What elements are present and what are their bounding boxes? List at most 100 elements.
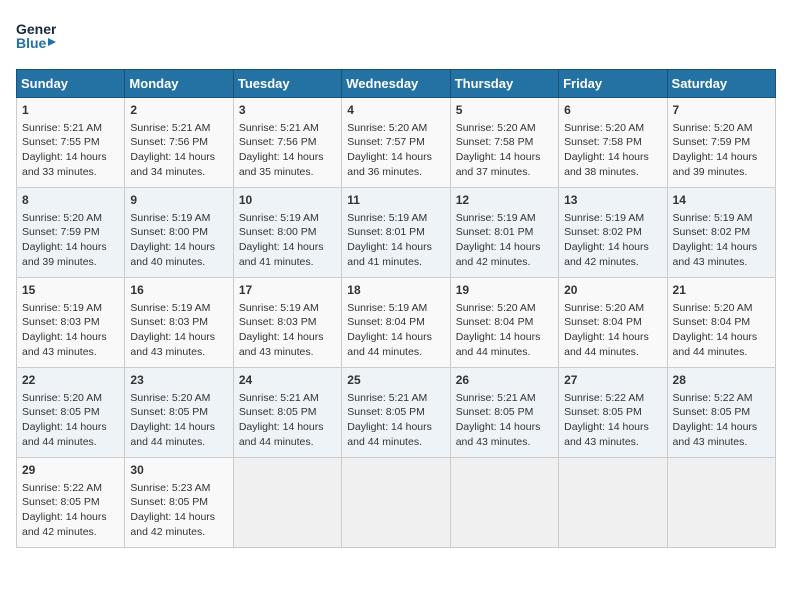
day-number: 14 <box>673 192 770 209</box>
day-info: Sunrise: 5:20 AMSunset: 7:59 PMDaylight:… <box>22 211 119 270</box>
day-info: Sunrise: 5:20 AMSunset: 8:05 PMDaylight:… <box>22 391 119 450</box>
calendar-cell: 17Sunrise: 5:19 AMSunset: 8:03 PMDayligh… <box>233 278 341 368</box>
day-info: Sunrise: 5:22 AMSunset: 8:05 PMDaylight:… <box>673 391 770 450</box>
calendar-cell: 1 Sunrise: 5:21 AMSunset: 7:55 PMDaylight… <box>17 98 125 188</box>
day-info: Sunrise: 5:23 AMSunset: 8:05 PMDaylight:… <box>130 481 227 540</box>
logo: General Blue <box>16 16 56 61</box>
day-info: Sunrise: 5:22 AMSunset: 8:05 PMDaylight:… <box>22 481 119 540</box>
day-number: 28 <box>673 372 770 389</box>
calendar-cell: 5 Sunrise: 5:20 AMSunset: 7:58 PMDaylight… <box>450 98 558 188</box>
calendar-cell: 23 Sunrise: 5:20 AMSunset: 8:05 PMDayligh… <box>125 368 233 458</box>
calendar-cell: 2Sunrise: 5:21 AMSunset: 7:56 PMDaylight… <box>125 98 233 188</box>
page-header: General Blue <box>16 16 776 61</box>
calendar-cell: 14Sunrise: 5:19 AMSunset: 8:02 PMDayligh… <box>667 188 775 278</box>
day-info: Sunrise: 5:20 AMSunset: 7:58 PMDaylight:… <box>456 121 553 180</box>
day-info: Sunrise: 5:19 AMSunset: 8:04 PMDaylight:… <box>347 301 444 360</box>
day-number: 27 <box>564 372 661 389</box>
day-info: Sunrise: 5:20 AMSunset: 7:58 PMDaylight:… <box>564 121 661 180</box>
day-number: 17 <box>239 282 336 299</box>
calendar-cell: 19 Sunrise: 5:20 AMSunset: 8:04 PMDayligh… <box>450 278 558 368</box>
svg-text:Blue: Blue <box>16 35 47 51</box>
calendar-cell <box>450 458 558 548</box>
calendar-header-row: SundayMondayTuesdayWednesdayThursdayFrid… <box>17 70 776 98</box>
logo-icon: General Blue <box>16 16 56 61</box>
day-number: 1 <box>22 102 119 119</box>
calendar-week-row: 15 Sunrise: 5:19 AMSunset: 8:03 PMDayligh… <box>17 278 776 368</box>
day-header-thursday: Thursday <box>450 70 558 98</box>
day-number: 26 <box>456 372 553 389</box>
calendar-cell: 9 Sunrise: 5:19 AMSunset: 8:00 PMDaylight… <box>125 188 233 278</box>
day-number: 15 <box>22 282 119 299</box>
calendar-table: SundayMondayTuesdayWednesdayThursdayFrid… <box>16 69 776 548</box>
day-number: 10 <box>239 192 336 209</box>
day-info: Sunrise: 5:20 AMSunset: 8:04 PMDaylight:… <box>456 301 553 360</box>
day-number: 4 <box>347 102 444 119</box>
calendar-cell: 3 Sunrise: 5:21 AMSunset: 7:56 PMDaylight… <box>233 98 341 188</box>
day-number: 3 <box>239 102 336 119</box>
day-header-tuesday: Tuesday <box>233 70 341 98</box>
calendar-cell: 7Sunrise: 5:20 AMSunset: 7:59 PMDaylight… <box>667 98 775 188</box>
calendar-cell: 10 Sunrise: 5:19 AMSunset: 8:00 PMDayligh… <box>233 188 341 278</box>
day-number: 21 <box>673 282 770 299</box>
calendar-cell: 29 Sunrise: 5:22 AMSunset: 8:05 PMDayligh… <box>17 458 125 548</box>
day-header-wednesday: Wednesday <box>342 70 450 98</box>
day-info: Sunrise: 5:20 AMSunset: 8:05 PMDaylight:… <box>130 391 227 450</box>
calendar-cell: 27Sunrise: 5:22 AMSunset: 8:05 PMDayligh… <box>559 368 667 458</box>
day-info: Sunrise: 5:19 AMSunset: 8:01 PMDaylight:… <box>347 211 444 270</box>
calendar-cell: 24 Sunrise: 5:21 AMSunset: 8:05 PMDayligh… <box>233 368 341 458</box>
day-header-monday: Monday <box>125 70 233 98</box>
day-number: 8 <box>22 192 119 209</box>
day-info: Sunrise: 5:20 AMSunset: 8:04 PMDaylight:… <box>673 301 770 360</box>
calendar-cell: 12Sunrise: 5:19 AMSunset: 8:01 PMDayligh… <box>450 188 558 278</box>
day-info: Sunrise: 5:19 AMSunset: 8:03 PMDaylight:… <box>22 301 119 360</box>
day-info: Sunrise: 5:19 AMSunset: 8:02 PMDaylight:… <box>564 211 661 270</box>
day-header-friday: Friday <box>559 70 667 98</box>
calendar-cell: 26 Sunrise: 5:21 AMSunset: 8:05 PMDayligh… <box>450 368 558 458</box>
day-info: Sunrise: 5:21 AMSunset: 8:05 PMDaylight:… <box>239 391 336 450</box>
calendar-cell: 21 Sunrise: 5:20 AMSunset: 8:04 PMDayligh… <box>667 278 775 368</box>
day-number: 18 <box>347 282 444 299</box>
calendar-cell <box>667 458 775 548</box>
day-info: Sunrise: 5:19 AMSunset: 8:03 PMDaylight:… <box>130 301 227 360</box>
day-info: Sunrise: 5:20 AMSunset: 7:59 PMDaylight:… <box>673 121 770 180</box>
day-header-sunday: Sunday <box>17 70 125 98</box>
day-info: Sunrise: 5:19 AMSunset: 8:00 PMDaylight:… <box>239 211 336 270</box>
calendar-week-row: 8 Sunrise: 5:20 AMSunset: 7:59 PMDaylight… <box>17 188 776 278</box>
day-number: 20 <box>564 282 661 299</box>
calendar-cell: 22Sunrise: 5:20 AMSunset: 8:05 PMDayligh… <box>17 368 125 458</box>
calendar-cell: 18 Sunrise: 5:19 AMSunset: 8:04 PMDayligh… <box>342 278 450 368</box>
day-number: 13 <box>564 192 661 209</box>
day-info: Sunrise: 5:21 AMSunset: 8:05 PMDaylight:… <box>456 391 553 450</box>
day-number: 6 <box>564 102 661 119</box>
day-number: 23 <box>130 372 227 389</box>
calendar-cell <box>559 458 667 548</box>
day-info: Sunrise: 5:19 AMSunset: 8:01 PMDaylight:… <box>456 211 553 270</box>
calendar-cell: 13 Sunrise: 5:19 AMSunset: 8:02 PMDayligh… <box>559 188 667 278</box>
day-header-saturday: Saturday <box>667 70 775 98</box>
calendar-cell: 15 Sunrise: 5:19 AMSunset: 8:03 PMDayligh… <box>17 278 125 368</box>
day-info: Sunrise: 5:20 AMSunset: 8:04 PMDaylight:… <box>564 301 661 360</box>
day-info: Sunrise: 5:21 AMSunset: 7:56 PMDaylight:… <box>130 121 227 180</box>
day-number: 16 <box>130 282 227 299</box>
day-number: 30 <box>130 462 227 479</box>
calendar-cell: 28 Sunrise: 5:22 AMSunset: 8:05 PMDayligh… <box>667 368 775 458</box>
day-number: 5 <box>456 102 553 119</box>
day-number: 25 <box>347 372 444 389</box>
day-number: 24 <box>239 372 336 389</box>
calendar-cell <box>233 458 341 548</box>
calendar-cell: 30 Sunrise: 5:23 AMSunset: 8:05 PMDayligh… <box>125 458 233 548</box>
day-number: 19 <box>456 282 553 299</box>
calendar-cell <box>342 458 450 548</box>
day-info: Sunrise: 5:21 AMSunset: 7:56 PMDaylight:… <box>239 121 336 180</box>
calendar-cell: 6 Sunrise: 5:20 AMSunset: 7:58 PMDaylight… <box>559 98 667 188</box>
calendar-cell: 8 Sunrise: 5:20 AMSunset: 7:59 PMDaylight… <box>17 188 125 278</box>
day-number: 29 <box>22 462 119 479</box>
calendar-week-row: 22Sunrise: 5:20 AMSunset: 8:05 PMDayligh… <box>17 368 776 458</box>
day-info: Sunrise: 5:21 AMSunset: 7:55 PMDaylight:… <box>22 121 119 180</box>
calendar-cell: 16 Sunrise: 5:19 AMSunset: 8:03 PMDayligh… <box>125 278 233 368</box>
day-info: Sunrise: 5:21 AMSunset: 8:05 PMDaylight:… <box>347 391 444 450</box>
calendar-cell: 25 Sunrise: 5:21 AMSunset: 8:05 PMDayligh… <box>342 368 450 458</box>
day-info: Sunrise: 5:20 AMSunset: 7:57 PMDaylight:… <box>347 121 444 180</box>
day-number: 9 <box>130 192 227 209</box>
day-info: Sunrise: 5:19 AMSunset: 8:00 PMDaylight:… <box>130 211 227 270</box>
